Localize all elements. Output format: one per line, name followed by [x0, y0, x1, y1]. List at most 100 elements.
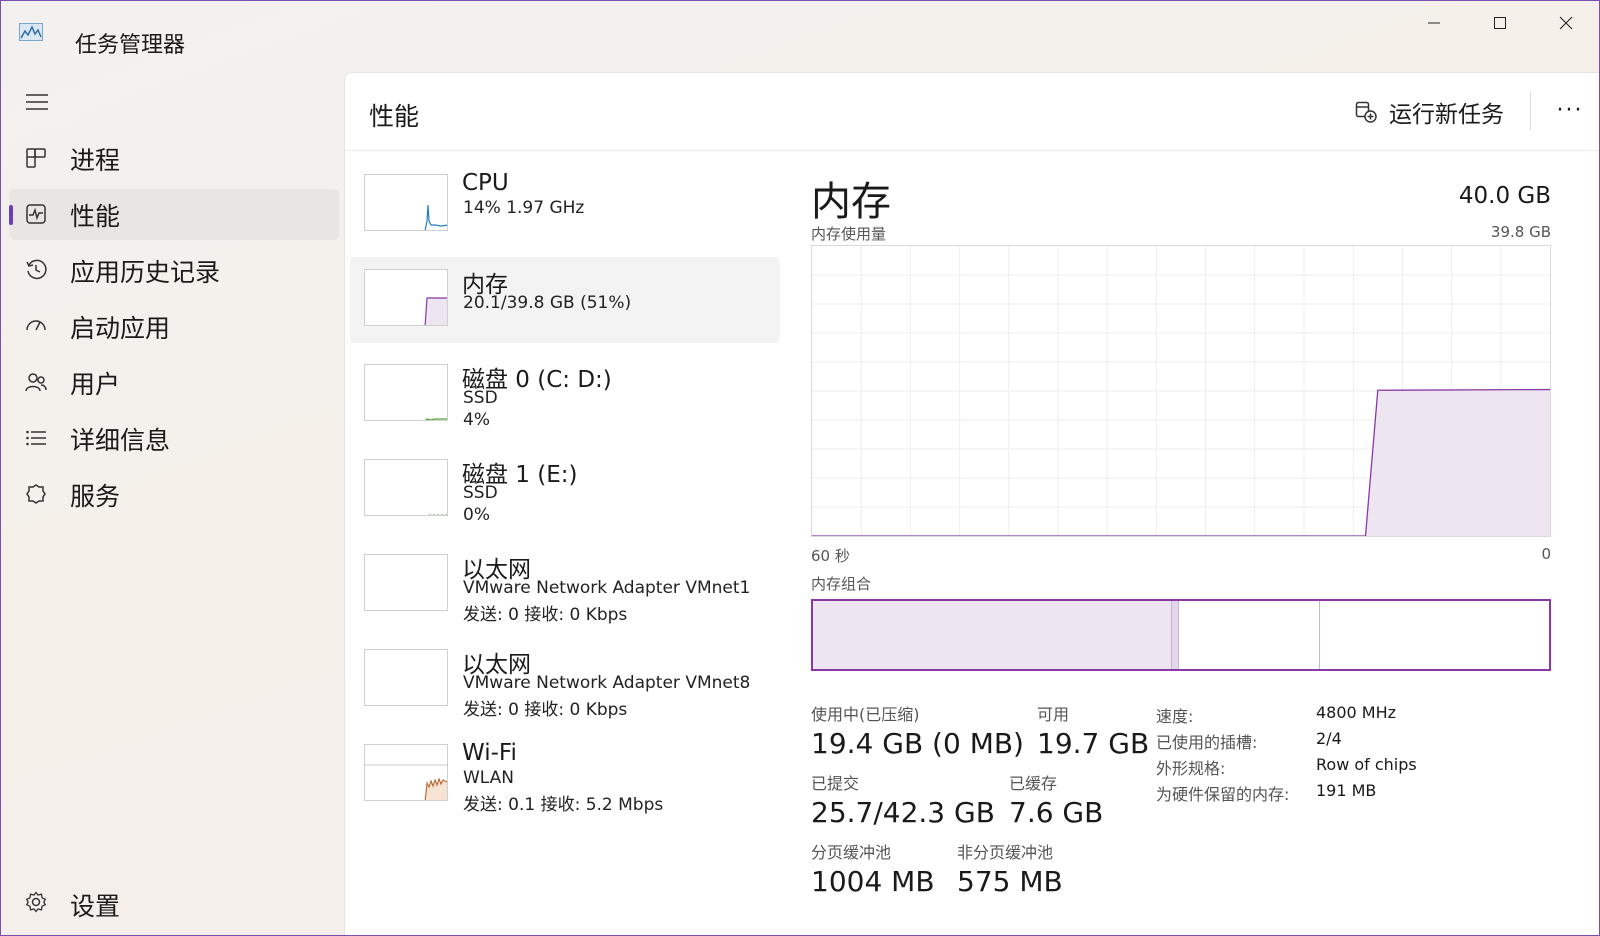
resource-detail: 0%: [463, 505, 490, 525]
resource-list: CPU 14% 1.97 GHz 内存 20.1/39.8 GB (51%) 磁…: [350, 162, 780, 827]
ethernet-thumbnail-graph: [364, 554, 448, 611]
maximize-button[interactable]: [1477, 9, 1523, 37]
memory-title: 内存: [811, 179, 891, 225]
resource-detail: 4%: [463, 410, 490, 430]
resource-detail: VMware Network Adapter VMnet8: [463, 673, 751, 693]
stat-value: 575 MB: [957, 865, 1063, 898]
cpu-sparkline: [424, 204, 447, 230]
performance-icon: [26, 204, 46, 224]
page-title: 性能: [369, 102, 420, 131]
stat-value: 19.7 GB: [1037, 727, 1150, 760]
task-manager-window: 任务管理器 进程 性能 应用历史记录 启动应用 用户 详细信息 服务 设置 性能…: [0, 0, 1600, 936]
task-manager-app-icon: [19, 23, 43, 41]
resource-item-disk-1[interactable]: 磁盘 1 (E:) SSD 0%: [350, 447, 780, 533]
resource-item-ethernet-vmnet8[interactable]: 以太网 VMware Network Adapter VMnet8 发送: 0 …: [350, 637, 780, 723]
sidebar-item-label: 性能: [70, 201, 121, 231]
resource-detail: SSD: [463, 483, 498, 503]
stat-paged-pool: 分页缓冲池 1004 MB: [811, 839, 935, 898]
stat-label: 可用: [1037, 705, 1070, 724]
startup-icon: [26, 320, 46, 331]
sidebar-item-details[interactable]: 详细信息: [9, 413, 339, 464]
sidebar-nav: 进程 性能 应用历史记录 启动应用 用户 详细信息 服务: [9, 133, 339, 525]
resource-detail: SSD: [463, 388, 498, 408]
details-icon: [26, 430, 46, 446]
stat-nonpaged-pool: 非分页缓冲池 575 MB: [957, 839, 1063, 898]
stat-value: 1004 MB: [811, 865, 935, 898]
memory-usage-max: 39.8 GB: [1490, 223, 1551, 241]
settings-label: 设置: [70, 892, 121, 921]
sidebar-item-services[interactable]: 服务: [9, 469, 339, 520]
memory-thumbnail-graph: [364, 269, 448, 326]
memory-usage-chart: [812, 246, 1551, 537]
sidebar-item-label: 详细信息: [70, 425, 171, 455]
composition-free-segment: [1319, 601, 1549, 669]
resource-item-memory[interactable]: 内存 20.1/39.8 GB (51%): [350, 257, 780, 343]
disk-0-sparkline: [425, 418, 447, 420]
stat-label: 已缓存: [1009, 774, 1058, 793]
prop-value: 2/4: [1316, 729, 1342, 748]
stat-value: 19.4 GB (0 MB): [811, 727, 1024, 760]
prop-label: 外形规格:: [1156, 759, 1226, 778]
resource-item-cpu[interactable]: CPU 14% 1.97 GHz: [350, 162, 780, 248]
prop-label: 为硬件保留的内存:: [1156, 785, 1290, 804]
prop-label: 已使用的插槽:: [1156, 733, 1258, 752]
wifi-sparkline: [365, 764, 447, 800]
title-bar[interactable]: 任务管理器: [1, 1, 1599, 71]
minimize-icon: [1428, 22, 1440, 24]
stat-value: 25.7/42.3 GB: [811, 796, 995, 829]
stat-in-use: 使用中(已压缩) 19.4 GB (0 MB): [811, 701, 1024, 760]
history-icon: [26, 259, 47, 280]
active-indicator: [9, 205, 13, 225]
prop-value: 191 MB: [1316, 781, 1377, 800]
more-options-button[interactable]: ···: [1555, 95, 1585, 125]
resource-name: CPU: [462, 170, 509, 196]
memory-usage-graph: [811, 245, 1551, 537]
sidebar-item-startup[interactable]: 启动应用: [9, 301, 339, 352]
memory-composition-bar: [811, 599, 1551, 671]
wifi-thumbnail-graph: [364, 744, 448, 801]
services-icon: [26, 484, 46, 504]
composition-standby-segment: [1179, 601, 1320, 669]
memory-composition-label: 内存组合: [811, 575, 872, 593]
sidebar-item-label: 启动应用: [70, 313, 171, 343]
sidebar-item-label: 进程: [70, 145, 121, 175]
ethernet-thumbnail-graph: [364, 649, 448, 706]
sidebar-item-app-history[interactable]: 应用历史记录: [9, 245, 339, 296]
stat-label: 非分页缓冲池: [957, 843, 1054, 862]
composition-modified-segment: [1171, 601, 1180, 669]
sidebar-item-label: 服务: [70, 481, 121, 511]
run-new-task-button[interactable]: 运行新任务: [1355, 95, 1504, 129]
resource-detail: 发送: 0 接收: 0 Kbps: [463, 700, 628, 720]
close-button[interactable]: [1543, 9, 1589, 37]
resource-detail: 发送: 0 接收: 0 Kbps: [463, 605, 628, 625]
resource-detail: 20.1/39.8 GB (51%): [463, 293, 632, 313]
sidebar-item-label: 应用历史记录: [70, 257, 221, 287]
resource-item-wifi[interactable]: Wi-Fi WLAN 发送: 0.1 接收: 5.2 Mbps: [350, 732, 780, 818]
sidebar-item-settings[interactable]: 设置: [9, 879, 339, 929]
stat-available: 可用 19.7 GB: [1037, 701, 1149, 760]
sidebar-item-processes[interactable]: 进程: [9, 133, 339, 184]
memory-usage-area: [812, 389, 1550, 536]
sidebar-item-users[interactable]: 用户: [9, 357, 339, 408]
stat-committed: 已提交 25.7/42.3 GB: [811, 770, 995, 829]
run-new-task-icon: [1355, 101, 1377, 123]
minimize-button[interactable]: [1411, 9, 1457, 37]
main-panel: 性能 运行新任务 ··· CPU 14% 1.97 GHz 内存 20.1/39…: [344, 72, 1599, 935]
hamburger-menu-icon[interactable]: [25, 93, 49, 111]
cpu-thumbnail-graph: [364, 174, 448, 231]
users-icon: [25, 373, 47, 392]
composition-in-use-segment: [813, 601, 1172, 669]
prop-value: Row of chips: [1316, 755, 1417, 774]
prop-value: 4800 MHz: [1316, 703, 1397, 722]
resource-detail: VMware Network Adapter VMnet1: [463, 578, 751, 598]
graph-axis-left-label: 60 秒: [811, 547, 850, 565]
app-title: 任务管理器: [75, 33, 186, 58]
resource-name: Wi-Fi: [462, 740, 517, 766]
graph-axis-right-label: 0: [1541, 545, 1551, 563]
sidebar-item-performance[interactable]: 性能: [9, 189, 339, 240]
resource-item-disk-0[interactable]: 磁盘 0 (C: D:) SSD 4%: [350, 352, 780, 438]
disk-1-thumbnail-graph: [364, 459, 448, 516]
stat-cached: 已缓存 7.6 GB: [1009, 770, 1103, 829]
processes-icon: [26, 148, 46, 168]
resource-item-ethernet-vmnet1[interactable]: 以太网 VMware Network Adapter VMnet1 发送: 0 …: [350, 542, 780, 628]
